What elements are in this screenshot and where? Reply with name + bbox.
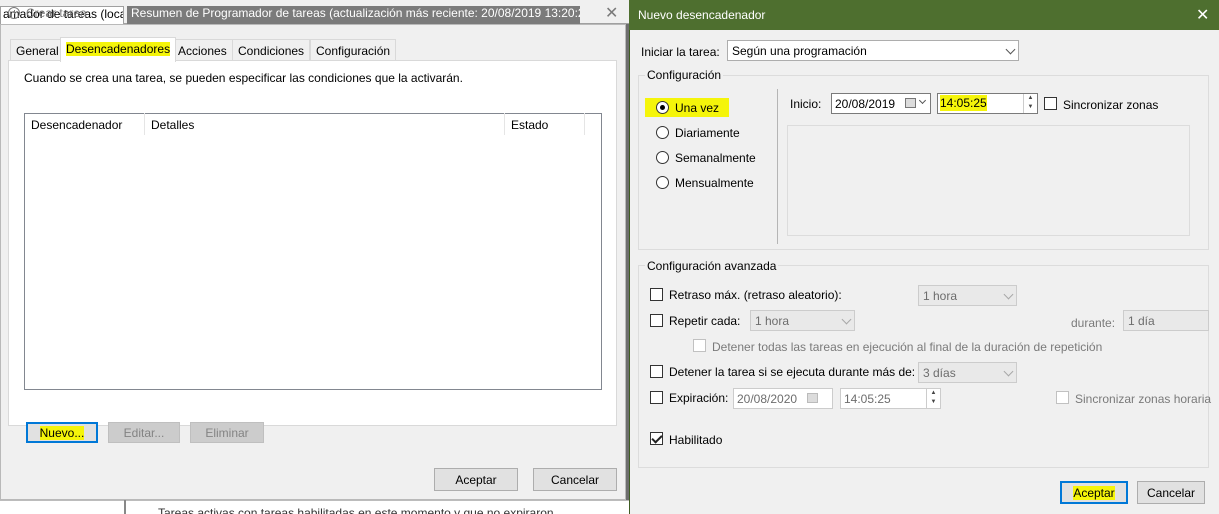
- background-tab-summary[interactable]: Resumen de Programador de tareas (actual…: [127, 6, 580, 24]
- habilitado-label: Habilitado: [669, 433, 723, 447]
- chevron-down-icon: [1003, 366, 1014, 377]
- retraso-value: 1 hora: [923, 289, 958, 303]
- nd-aceptar-label: Aceptar: [1073, 485, 1115, 500]
- inicio-time-field[interactable]: 14:05:25 ▲ ▼: [937, 93, 1038, 114]
- calendar-icon[interactable]: [807, 393, 818, 403]
- column-divider[interactable]: [504, 113, 505, 135]
- crear-tarea-cancelar-button[interactable]: Cancelar: [533, 468, 617, 491]
- nd-aceptar-button[interactable]: Aceptar: [1060, 481, 1128, 504]
- retraso-checkbox[interactable]: [650, 288, 663, 301]
- mensualmente-label: Mensualmente: [675, 176, 754, 190]
- crear-tarea-aceptar-button[interactable]: Aceptar: [434, 468, 518, 491]
- detener-value: 3 días: [923, 366, 956, 380]
- chevron-down-icon: [1003, 289, 1014, 300]
- schedule-details-area: [787, 125, 1190, 236]
- column-header-desencadenador[interactable]: Desencadenador: [31, 118, 122, 132]
- configuracion-label: Configuración: [645, 68, 724, 82]
- tab-desencadenadores[interactable]: Desencadenadores: [60, 37, 177, 62]
- expiracion-time-value: 14:05:25: [844, 392, 891, 406]
- detener-todas-label: Detener todas las tareas en ejecución al…: [712, 340, 1103, 354]
- radio-semanalmente[interactable]: [656, 151, 669, 164]
- inicio-time-value: 14:05:25: [940, 95, 987, 111]
- sincronizar-zonas-label: Sincronizar zonas: [1063, 98, 1159, 112]
- expiracion-label: Expiración:: [669, 391, 729, 405]
- semanalmente-label: Semanalmente: [675, 151, 756, 165]
- retraso-select[interactable]: 1 hora: [918, 285, 1017, 306]
- clock-icon: [8, 7, 20, 19]
- tab-configuracion[interactable]: Configuración: [310, 39, 397, 61]
- iniciar-select-value: Según una programación: [732, 44, 867, 58]
- configuracion-avanzada-label: Configuración avanzada: [645, 259, 779, 273]
- diariamente-label: Diariamente: [675, 126, 740, 140]
- chevron-down-icon: [1005, 44, 1016, 55]
- durante-value: 1 día: [1128, 314, 1155, 328]
- crear-tarea-titlebar: Crear tarea: [8, 6, 87, 20]
- crear-tarea-title: Crear tarea: [26, 6, 87, 20]
- expiracion-time-field[interactable]: 14:05:25 ▲ ▼: [840, 388, 941, 409]
- repetir-label: Repetir cada:: [669, 314, 741, 328]
- chevron-down-icon[interactable]: [918, 96, 927, 105]
- close-icon[interactable]: ✕: [605, 3, 618, 23]
- detener-todas-checkbox[interactable]: [693, 339, 706, 352]
- repetir-checkbox[interactable]: [650, 314, 663, 327]
- triggers-description: Cuando se crea una tarea, se pueden espe…: [24, 71, 463, 85]
- inicio-date-value: 20/08/2019: [835, 97, 896, 111]
- background-divider: [124, 500, 126, 514]
- detener-select[interactable]: 3 días: [918, 362, 1017, 383]
- expiracion-date-picker[interactable]: 20/08/2020: [733, 388, 833, 409]
- radio-mensualmente[interactable]: [656, 176, 669, 189]
- close-icon[interactable]: ✕: [1196, 5, 1209, 25]
- column-header-estado[interactable]: Estado: [511, 118, 548, 132]
- durante-select[interactable]: 1 día: [1123, 310, 1209, 331]
- spin-arrows-icon[interactable]: ▲ ▼: [926, 389, 940, 408]
- detener-label: Detener la tarea si se ejecuta durante m…: [669, 365, 916, 379]
- tab-condiciones[interactable]: Condiciones: [232, 39, 311, 61]
- expiracion-checkbox[interactable]: [650, 391, 663, 404]
- sincronizar-horaria-label: Sincronizar zonas horaria: [1075, 392, 1212, 406]
- tab-general[interactable]: General: [10, 39, 65, 61]
- editar-button[interactable]: Editar...: [108, 422, 180, 443]
- background-bottom-text: Tareas activas con tareas habilitadas en…: [158, 506, 554, 514]
- calendar-icon[interactable]: [905, 98, 916, 108]
- nuevo-button[interactable]: Nuevo...: [26, 422, 98, 443]
- sincronizar-zonas-checkbox[interactable]: [1044, 97, 1057, 110]
- tab-desencadenadores-label: Desencadenadores: [66, 42, 171, 56]
- nuevo-desencadenador-title: Nuevo desencadenador: [638, 8, 766, 22]
- habilitado-checkbox[interactable]: [650, 432, 663, 445]
- tab-acciones[interactable]: Acciones: [172, 39, 233, 61]
- detener-checkbox[interactable]: [650, 365, 663, 378]
- inicio-date-picker[interactable]: 20/08/2019: [831, 93, 931, 114]
- sincronizar-horaria-checkbox[interactable]: [1056, 391, 1069, 404]
- nuevo-button-label: Nuevo...: [39, 425, 85, 440]
- repetir-select[interactable]: 1 hora: [750, 310, 855, 331]
- column-divider[interactable]: [144, 113, 145, 135]
- spin-arrows-icon[interactable]: ▲ ▼: [1023, 94, 1037, 113]
- nd-cancelar-button[interactable]: Cancelar: [1137, 481, 1205, 504]
- repetir-value: 1 hora: [755, 314, 790, 328]
- durante-label: durante:: [1071, 316, 1116, 330]
- una-vez-label: Una vez: [675, 101, 720, 115]
- column-divider[interactable]: [584, 113, 585, 135]
- iniciar-label: Iniciar la tarea:: [641, 45, 720, 59]
- inicio-label: Inicio:: [790, 97, 822, 111]
- retraso-label: Retraso máx. (retraso aleatorio):: [669, 288, 842, 302]
- triggers-list[interactable]: [24, 113, 602, 390]
- radio-diariamente[interactable]: [656, 126, 669, 139]
- chevron-down-icon: [841, 314, 852, 325]
- iniciar-select[interactable]: Según una programación: [727, 40, 1019, 61]
- column-header-detalles[interactable]: Detalles: [151, 118, 194, 132]
- config-divider: [777, 89, 778, 244]
- radio-una-vez-button[interactable]: [656, 101, 669, 114]
- eliminar-button[interactable]: Eliminar: [190, 422, 264, 443]
- expiracion-date-value: 20/08/2020: [737, 392, 798, 406]
